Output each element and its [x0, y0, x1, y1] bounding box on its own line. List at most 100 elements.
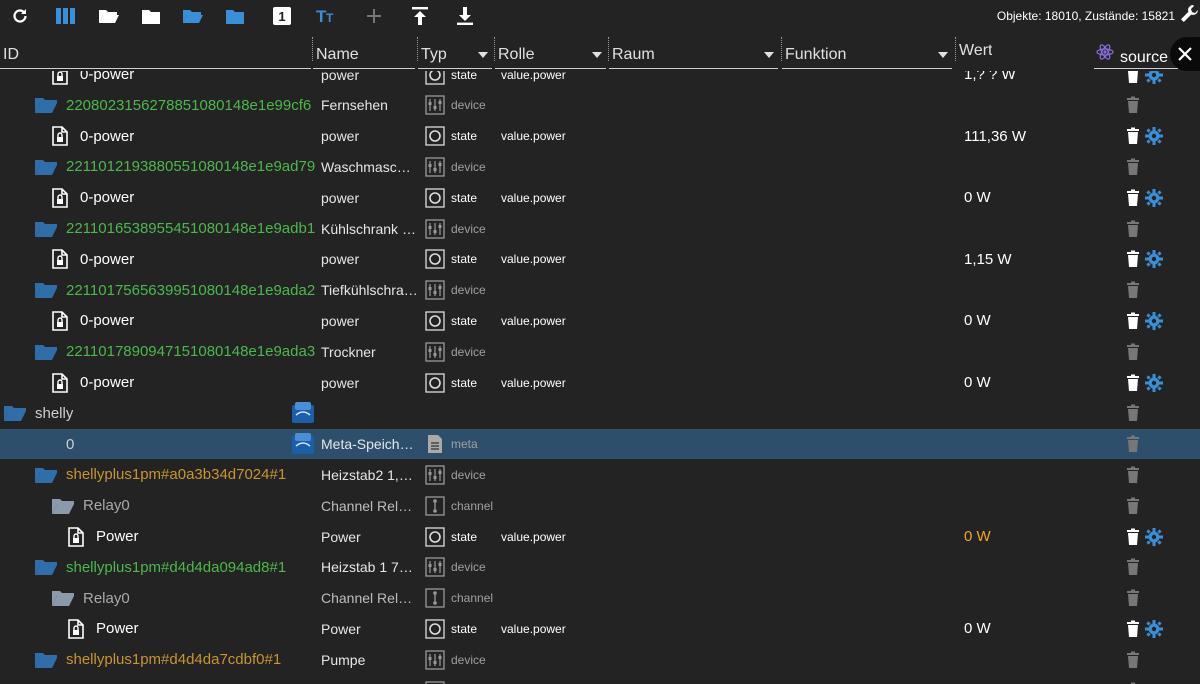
trash-icon[interactable] [1124, 620, 1142, 638]
row-type-cell: device [425, 90, 505, 121]
text-size-icon[interactable]: TT [314, 4, 340, 28]
folder-open-blue-icon[interactable] [180, 4, 206, 28]
gear-icon[interactable] [1145, 250, 1163, 269]
close-button[interactable] [1170, 37, 1200, 71]
tree-row[interactable]: shellyplus1pm#d4d4da7cdbf0#1 Pumpe device [0, 644, 1200, 675]
row-value-text[interactable]: 0 W [964, 367, 1094, 398]
folder-icon[interactable] [52, 589, 74, 607]
gear-icon[interactable] [1145, 527, 1163, 546]
gear-icon[interactable] [1145, 373, 1163, 392]
row-value-text[interactable]: 0 W [964, 182, 1094, 213]
tree-row[interactable]: shelly [0, 398, 1200, 429]
chevron-down-icon[interactable] [764, 52, 774, 58]
row-value-text[interactable]: 1,15 W [964, 244, 1094, 275]
folder-icon[interactable] [52, 497, 74, 515]
trash-icon[interactable] [1124, 220, 1142, 238]
trash-icon[interactable] [1124, 374, 1142, 392]
download-icon[interactable] [452, 4, 478, 28]
header-source[interactable]: source [1094, 39, 1178, 69]
header-wert[interactable]: Wert [956, 35, 1086, 65]
plus-icon[interactable] [361, 4, 387, 28]
trash-icon[interactable] [1124, 127, 1142, 145]
columns-icon[interactable] [53, 4, 79, 28]
trash-icon[interactable] [1124, 343, 1142, 361]
gear-icon[interactable] [1145, 188, 1163, 207]
chevron-down-icon[interactable] [478, 52, 488, 58]
folder-icon[interactable] [35, 158, 57, 176]
tree-row[interactable]: 2211017890947151080148e1e9ada3 Trockner de… [0, 336, 1200, 367]
tree-row[interactable]: 2211016538955451080148e1e9adb1 Kühlschran… [0, 213, 1200, 244]
tree-row[interactable]: 0 Meta-Speicher ... meta [0, 428, 1200, 460]
tree-row[interactable]: Power Power state value.power 0 W [0, 521, 1200, 552]
trash-icon[interactable] [1124, 404, 1142, 422]
row-value-text[interactable]: 0 W [964, 521, 1094, 552]
number-one-icon[interactable]: 1 [269, 4, 295, 28]
upload-icon[interactable] [407, 4, 433, 28]
row-type-text: device [451, 467, 486, 482]
state-type-icon [425, 526, 445, 547]
gear-icon[interactable] [1145, 127, 1163, 146]
trash-icon[interactable] [1124, 589, 1142, 607]
trash-icon[interactable] [1124, 96, 1142, 114]
folder-icon[interactable] [35, 466, 57, 484]
gear-icon[interactable] [1145, 311, 1163, 330]
folder-icon[interactable] [35, 281, 57, 299]
trash-icon[interactable] [1124, 435, 1142, 453]
row-type-text: device [451, 283, 486, 298]
trash-icon[interactable] [1124, 71, 1142, 84]
tree-row[interactable]: 0-power power state value.power 1,15 W [0, 244, 1200, 275]
row-value-text[interactable]: 0 W [964, 613, 1094, 644]
trash-icon[interactable] [1124, 651, 1142, 669]
tree-row[interactable]: 2208023156278851080148e1e99cf6 Fernsehen d… [0, 90, 1200, 121]
folder-icon[interactable] [4, 404, 26, 422]
trash-icon[interactable] [1124, 466, 1142, 484]
wrench-icon[interactable] [1178, 3, 1200, 25]
header-id[interactable]: ID [0, 39, 311, 69]
folder-icon[interactable] [35, 651, 57, 669]
folder-icon[interactable] [35, 220, 57, 238]
header-raum[interactable]: Raum [609, 39, 778, 69]
tree-row[interactable]: 0-power power state value.power 0 W [0, 367, 1200, 398]
trash-icon[interactable] [1124, 250, 1142, 268]
state-type-icon [425, 71, 445, 85]
state-type-icon [425, 126, 445, 146]
tree-row[interactable]: Power Power state value.power 0 W [0, 613, 1200, 644]
tree-row[interactable]: Relay0 Channel Relay0 channel [0, 675, 1200, 684]
folder-icon[interactable] [35, 558, 57, 576]
folder-icon[interactable] [35, 96, 57, 114]
tree-row[interactable]: 0-power power state value.power 0 W [0, 305, 1200, 336]
refresh-icon[interactable] [7, 4, 33, 28]
row-value-text[interactable]: 0 W [964, 305, 1094, 336]
tree-row[interactable]: shellyplus1pm#d4d4da094ad8#1 Heizstab 1 7… [0, 552, 1200, 583]
header-rolle[interactable]: Rolle [495, 39, 606, 69]
trash-icon[interactable] [1124, 158, 1142, 176]
folder-icon[interactable] [35, 343, 57, 361]
trash-icon[interactable] [1124, 528, 1142, 546]
trash-icon[interactable] [1124, 189, 1142, 207]
tree-row[interactable]: Relay0 Channel Relay0 channel [0, 490, 1200, 521]
row-value-text[interactable]: 111,36 W [964, 121, 1094, 152]
tree-row[interactable]: 0-power power state value.power 111,36 W [0, 121, 1200, 152]
chevron-down-icon[interactable] [938, 52, 948, 58]
trash-icon[interactable] [1124, 558, 1142, 576]
gear-icon[interactable] [1145, 619, 1163, 638]
trash-icon[interactable] [1124, 497, 1142, 515]
tree-row[interactable]: 2211012193880551080148e1e9ad79 Waschmasch… [0, 151, 1200, 182]
tree-row[interactable]: 0-power power state value.power 0 W [0, 182, 1200, 213]
row-value-text[interactable]: 1,? ? W [964, 71, 1094, 90]
header-funktion[interactable]: Funktion [782, 39, 952, 69]
trash-icon[interactable] [1124, 312, 1142, 330]
folder-open-icon[interactable] [96, 4, 122, 28]
tree-row[interactable]: 0-power power state value.power 1,? ? W [0, 71, 1200, 90]
folder-blue-icon[interactable] [222, 4, 248, 28]
trash-icon[interactable] [1124, 281, 1142, 299]
device-type-icon [425, 465, 445, 485]
tree-row[interactable]: Relay0 Channel Relay0 channel [0, 583, 1200, 614]
tree-row[interactable]: 2211017565639951080148e1e9ada2 Tiefkühlsc… [0, 275, 1200, 306]
gear-icon[interactable] [1145, 71, 1163, 84]
header-name[interactable]: Name [313, 39, 415, 69]
chevron-down-icon[interactable] [592, 52, 602, 58]
folder-icon[interactable] [138, 4, 164, 28]
header-typ[interactable]: Typ [418, 39, 492, 69]
tree-row[interactable]: shellyplus1pm#a0a3b34d7024#1 Heizstab2 1,… [0, 459, 1200, 490]
